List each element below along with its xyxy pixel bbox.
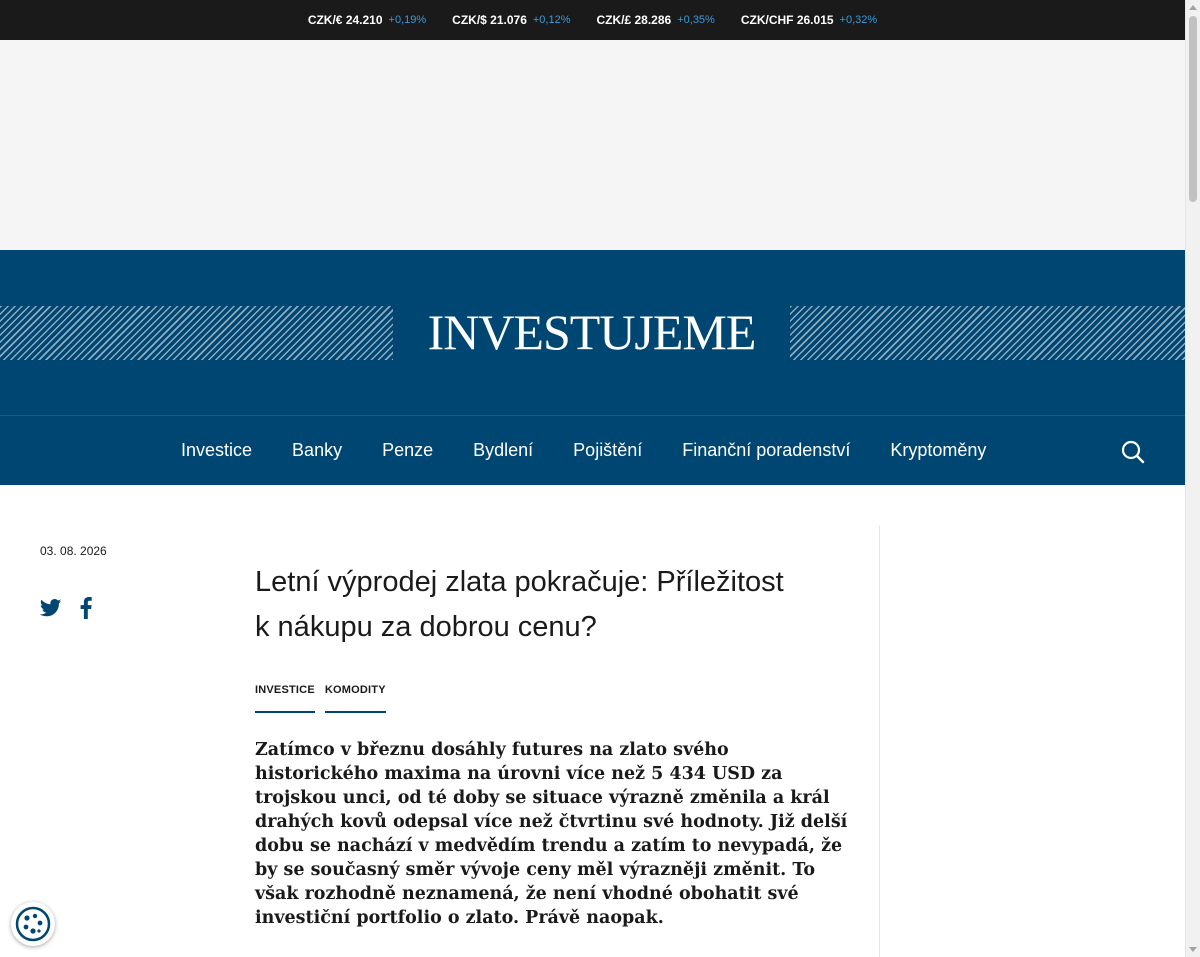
- sidebar-divider: [879, 525, 880, 957]
- ticker-pair: CZK/£ 28.286: [596, 13, 672, 27]
- twitter-share-button[interactable]: [39, 599, 62, 622]
- ticker-change: +0,32%: [839, 14, 878, 26]
- page-scrollbar[interactable]: [1185, 0, 1200, 957]
- ticker-change: +0,19%: [388, 14, 427, 26]
- article-tags: INVESTICE KOMODITY: [255, 684, 386, 713]
- header-stripes-right: [790, 306, 1185, 360]
- ad-banner-area: [0, 40, 1185, 250]
- ticker-change: +0,35%: [677, 14, 715, 26]
- tag-komodity[interactable]: KOMODITY: [324, 684, 386, 713]
- main-nav: Investice Banky Penze Bydlení Pojištění …: [0, 415, 1185, 485]
- scroll-up-arrow[interactable]: [1189, 5, 1197, 10]
- cookie-icon: [15, 906, 51, 942]
- nav-item-penze[interactable]: Penze: [362, 440, 453, 461]
- ticker-item-usd: CZK/$ 21.076 +0,12%: [452, 13, 570, 27]
- header-stripes-left: [0, 306, 393, 360]
- nav-item-investice[interactable]: Investice: [161, 440, 272, 461]
- article-lead: Zatímco v březnu dosáhly futures na zlat…: [255, 740, 848, 928]
- nav-item-banky[interactable]: Banky: [272, 440, 362, 461]
- search-icon: [1121, 440, 1145, 464]
- ticker-change: +0,12%: [532, 14, 571, 26]
- tag-investice[interactable]: INVESTICE: [255, 684, 315, 713]
- article-date: 03. 08. 2026: [40, 544, 107, 558]
- nav-item-bydleni[interactable]: Bydlení: [453, 440, 553, 461]
- search-button[interactable]: [1119, 438, 1147, 466]
- facebook-icon: [80, 597, 92, 619]
- ticker-item-gbp: CZK/£ 28.286 +0,35%: [597, 13, 715, 27]
- ticker-pair: CZK/$ 21.076: [452, 13, 527, 27]
- share-buttons: [39, 597, 92, 624]
- facebook-share-button[interactable]: [80, 597, 92, 624]
- article-title: Letní výprodej zlata pokračuje: Příležit…: [255, 566, 784, 643]
- ticker-pair: CZK/€ 24.210: [307, 13, 383, 27]
- ticker-pair: CZK/CHF 26.015: [740, 13, 834, 27]
- cookie-settings-button[interactable]: [11, 902, 55, 946]
- currency-ticker: CZK/€ 24.210 +0,19% CZK/$ 21.076 +0,12% …: [0, 0, 1185, 40]
- nav-items: Investice Banky Penze Bydlení Pojištění …: [161, 416, 1006, 485]
- scroll-thumb[interactable]: [1189, 16, 1197, 202]
- ticker-item-chf: CZK/CHF 26.015 +0,32%: [741, 13, 877, 27]
- nav-item-pojisteni[interactable]: Pojištění: [553, 440, 662, 461]
- ticker-item-eur: CZK/€ 24.210 +0,19%: [308, 13, 426, 27]
- nav-item-kryptomeny[interactable]: Kryptoměny: [870, 440, 1006, 461]
- site-logo[interactable]: INVESTUJEME: [393, 300, 790, 364]
- scroll-down-arrow[interactable]: [1189, 947, 1197, 952]
- site-header: INVESTUJEME: [0, 250, 1185, 415]
- twitter-icon: [39, 599, 62, 617]
- nav-item-financni-poradenstvi[interactable]: Finanční poradenství: [662, 440, 870, 461]
